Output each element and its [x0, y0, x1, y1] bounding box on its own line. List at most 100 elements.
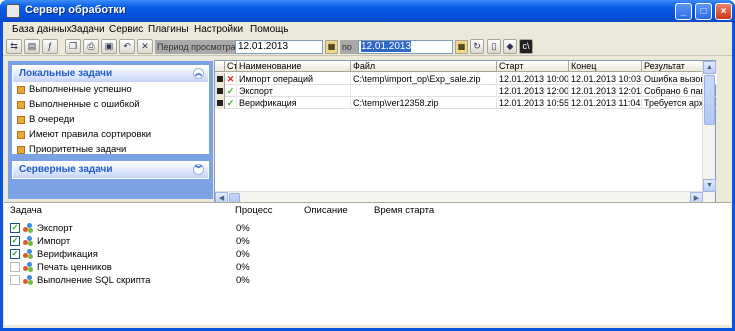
cell-result: Собрано 6 паке: [642, 85, 703, 97]
warning-icon[interactable]: ◆: [503, 39, 517, 54]
group-item-sorting-rules[interactable]: Имеют правила сортировки: [13, 127, 208, 142]
cell-name: Верификация: [237, 97, 351, 109]
server-tasks-group: Серверные задачи ︾: [12, 161, 209, 179]
task-row[interactable]: ✓ Верификация 0%: [10, 248, 610, 261]
local-tasks-header[interactable]: Локальные задачи ︽: [13, 66, 208, 82]
vertical-scroll-thumb[interactable]: [704, 75, 715, 125]
table-row[interactable]: ✓ Экспорт 12.01.2013 12:00 12.01.2013 12…: [215, 85, 717, 97]
cell-file: [351, 85, 497, 97]
running-tasks-panel: Задача Процесс Описание Время старта ✓ Э…: [4, 202, 731, 325]
close-button[interactable]: ×: [715, 3, 732, 20]
col-header-name[interactable]: Наименование: [237, 61, 351, 72]
group-item-label: В очереди: [29, 114, 75, 125]
menu-bar: База данных Задачи Сервис Плагины Настро…: [3, 22, 732, 38]
group-item-label: Выполненные успешно: [29, 84, 132, 95]
delete-icon[interactable]: ✕: [137, 39, 153, 54]
task-icon: [23, 262, 33, 272]
date-from-field[interactable]: 12.01.2013: [235, 40, 323, 54]
task-progress: 0%: [236, 222, 250, 235]
task-row[interactable]: ✓ Импорт 0%: [10, 235, 610, 248]
task-checkbox[interactable]: [10, 262, 20, 272]
menu-service[interactable]: Сервис: [109, 24, 143, 35]
print-icon[interactable]: ⎙: [83, 39, 99, 54]
task-row[interactable]: Печать ценников 0%: [10, 261, 610, 274]
connect-icon[interactable]: ⇆: [6, 39, 22, 54]
task-row[interactable]: Выполнение SQL скрипта 0%: [10, 274, 610, 287]
task-row[interactable]: ✓ Экспорт 0%: [10, 222, 610, 235]
task-progress: 0%: [236, 274, 250, 287]
col-header-description[interactable]: Описание: [304, 205, 348, 216]
tasks-log-grid: Ст Наименование Файл Старт Конец Результ…: [214, 60, 716, 205]
cell-file: C:\temp\import_op\Exp_sale.zip: [351, 73, 497, 85]
menu-help[interactable]: Помощь: [250, 24, 289, 35]
col-header-start-time[interactable]: Время старта: [374, 205, 434, 216]
expand-icon[interactable]: ︾: [193, 164, 204, 175]
menu-database[interactable]: База данных: [12, 24, 72, 35]
task-progress: 0%: [236, 235, 250, 248]
console-icon[interactable]: c\: [519, 39, 533, 54]
cell-result: Ошибка вызова: [642, 73, 703, 85]
undo-icon[interactable]: ↶: [119, 39, 135, 54]
server-tasks-title: Серверные задачи: [19, 164, 113, 175]
cell-start: 12.01.2013 10:55: [497, 97, 569, 109]
group-item-queue[interactable]: В очереди: [13, 112, 208, 127]
col-header-task[interactable]: Задача: [10, 205, 42, 216]
col-header-start[interactable]: Старт: [497, 61, 569, 72]
copy-icon[interactable]: ❐: [65, 39, 81, 54]
task-groups-panel: Локальные задачи ︽ Выполненные успешно В…: [8, 61, 213, 199]
scroll-up-icon[interactable]: ▲: [703, 61, 716, 74]
vertical-scrollbar[interactable]: ▲ ▼: [702, 61, 715, 205]
date-to-field[interactable]: 12.01.2013: [358, 40, 453, 54]
task-checkbox[interactable]: [10, 275, 20, 285]
info-icon[interactable]: ▯: [487, 39, 501, 54]
calendar-to-icon[interactable]: ▦: [455, 40, 468, 54]
group-item-success[interactable]: Выполненные успешно: [13, 82, 208, 97]
folder-icon[interactable]: ▣: [101, 39, 117, 54]
col-header-process[interactable]: Процесс: [235, 205, 273, 216]
menu-plugins[interactable]: Плагины: [148, 24, 189, 35]
maximize-button[interactable]: □: [695, 3, 712, 20]
folder-icon: [17, 131, 25, 139]
task-checkbox[interactable]: ✓: [10, 236, 20, 246]
local-tasks-title: Локальные задачи: [19, 68, 112, 79]
function-icon[interactable]: ƒ: [42, 39, 58, 54]
task-icon: [23, 275, 33, 285]
toolbar: ⇆ ▤ ƒ ❐ ⎙ ▣ ↶ ✕ Период просмотра с 12.01…: [3, 38, 732, 56]
window-title: Сервер обработки: [25, 4, 126, 16]
calendar-from-icon[interactable]: ▦: [325, 40, 338, 54]
group-item-error[interactable]: Выполненные с ошибкой: [13, 97, 208, 112]
group-item-priority[interactable]: Приоритетные задачи: [13, 142, 208, 157]
folder-icon: [17, 146, 25, 154]
scroll-down-icon[interactable]: ▼: [703, 179, 716, 192]
database-icon[interactable]: ▤: [24, 39, 40, 54]
folder-icon: [17, 116, 25, 124]
row-header-corner: [215, 61, 225, 72]
row-selector[interactable]: [215, 85, 225, 97]
task-name: Печать ценников: [37, 261, 112, 274]
menu-settings[interactable]: Настройки: [194, 24, 243, 35]
menu-tasks[interactable]: Задачи: [71, 24, 105, 35]
cell-name: Экспорт: [237, 85, 351, 97]
table-row[interactable]: ✓ Верификация C:\temp\ver12358.zip 12.01…: [215, 97, 717, 109]
group-item-label: Имеют правила сортировки: [29, 129, 151, 140]
task-name: Выполнение SQL скрипта: [37, 274, 150, 287]
refresh-icon[interactable]: ↻: [470, 39, 484, 54]
col-header-end[interactable]: Конец: [569, 61, 642, 72]
title-bar[interactable]: Сервер обработки _ □ ×: [0, 0, 735, 22]
task-checkbox[interactable]: ✓: [10, 249, 20, 259]
server-tasks-header[interactable]: Серверные задачи ︾: [13, 162, 208, 178]
row-selector[interactable]: [215, 73, 225, 85]
row-selector[interactable]: [215, 97, 225, 109]
col-header-result[interactable]: Результат: [642, 61, 703, 72]
task-checkbox[interactable]: ✓: [10, 223, 20, 233]
col-header-status[interactable]: Ст: [225, 61, 237, 72]
minimize-button[interactable]: _: [675, 3, 692, 20]
collapse-icon[interactable]: ︽: [193, 68, 204, 79]
table-row[interactable]: ✕ Импорт операций C:\temp\import_op\Exp_…: [215, 73, 717, 85]
cell-file: C:\temp\ver12358.zip: [351, 97, 497, 109]
col-header-file[interactable]: Файл: [351, 61, 497, 72]
group-item-label: Выполненные с ошибкой: [29, 99, 140, 110]
cell-name: Импорт операций: [237, 73, 351, 85]
error-icon: ✕: [225, 73, 237, 85]
task-icon: [23, 223, 33, 233]
